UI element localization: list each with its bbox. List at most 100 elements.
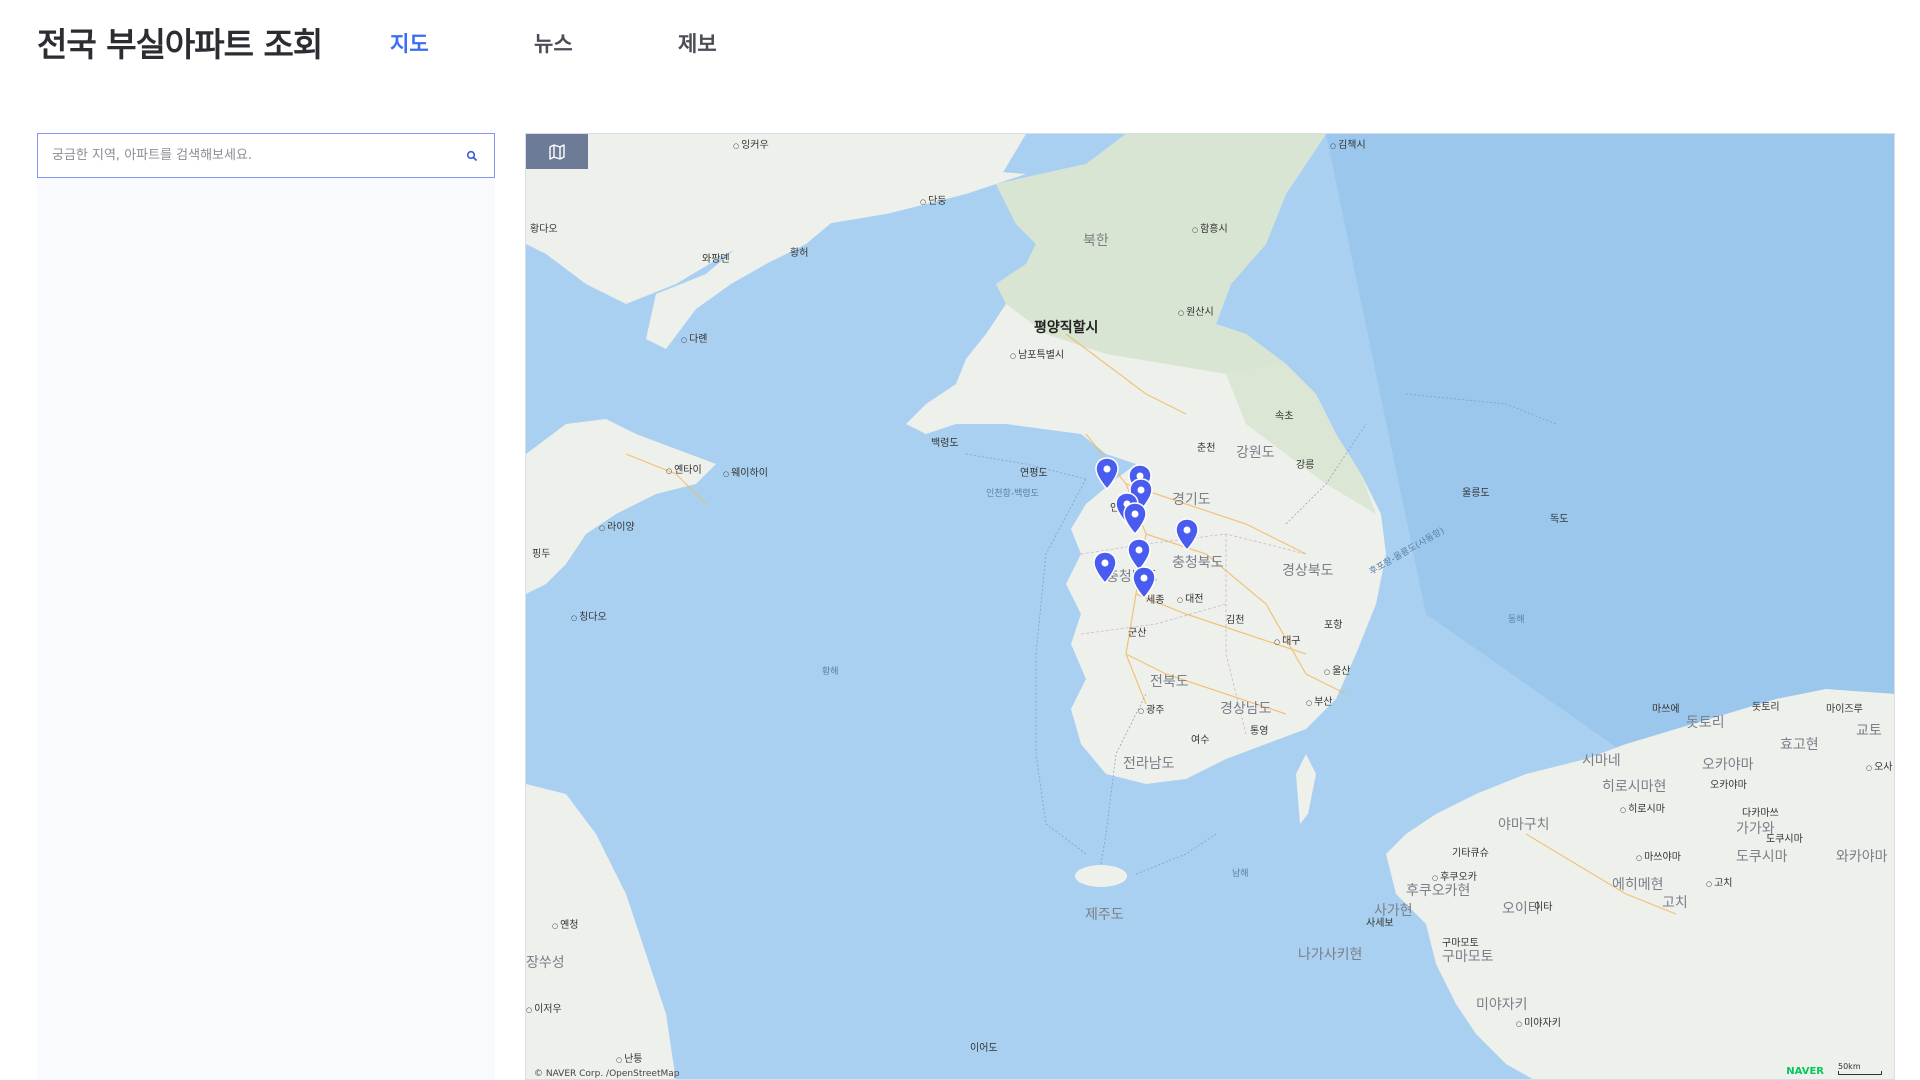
search-input[interactable] [52, 148, 464, 163]
map-label-gangwon: 강원도 [1236, 445, 1275, 461]
map-label-shimane: 시마네 [1582, 753, 1621, 769]
map-label-pingdu: 핑두 [532, 549, 551, 560]
map-label-gunsan: 군산 [1128, 628, 1147, 639]
nav-item-map[interactable]: 지도 [390, 28, 534, 58]
apartment-marker[interactable] [1122, 502, 1148, 536]
map-label-baengnyeong: 백령도 [931, 438, 959, 449]
map-label-yeonpyeong: 연평도 [1020, 468, 1048, 479]
map-view[interactable]: 잉커우 단둥 황다오 와팡뎬 황허 다롄 북한 평양직할시 남포특별시 함흥시 … [525, 133, 1895, 1080]
map-copyright: © NAVER Corp. /OpenStreetMap [534, 1069, 680, 1079]
map-label-dokdo: 독도 [1550, 514, 1569, 525]
map-label-gimcheon: 김천 [1226, 615, 1245, 626]
map-type-button[interactable] [526, 134, 588, 169]
map-label-gangneung: 강릉 [1296, 460, 1315, 471]
map-label-ehime: 에히메현 [1612, 877, 1664, 893]
map-label-ulsan: 울산 [1324, 662, 1350, 677]
map-label-hiroshima-pref: 히로시마현 [1602, 779, 1667, 795]
map-label-dalian: 다롄 [681, 330, 707, 345]
map-label-hwangdao: 황다오 [530, 224, 558, 235]
map-label-gwangju: 광주 [1138, 701, 1164, 716]
map-label-kumamoto-pref: 구마모토 [1442, 949, 1494, 965]
map-label-lianyungang: 이저우 [526, 1000, 562, 1015]
apartment-marker[interactable] [1094, 457, 1120, 491]
map-label-okayama-pref: 오카야마 [1702, 757, 1754, 773]
map-label-hamhung: 함흥시 [1192, 220, 1228, 235]
map-label-okayama: 오카야마 [1710, 780, 1747, 791]
map-label-ingkou: 잉커우 [733, 136, 769, 151]
map-label-sokcho: 속초 [1275, 411, 1294, 422]
sidebar-panel [37, 133, 495, 1080]
map-label-takamatsu: 다카마쓰 [1742, 808, 1779, 819]
map-label-kitakyushu: 기타큐슈 [1452, 848, 1489, 859]
map-label-kyoto: 교토 [1856, 723, 1882, 739]
map-label-gyeongnam: 경상남도 [1220, 701, 1272, 717]
map-label-wakayama: 와카야마 [1836, 849, 1888, 865]
map-label-dottori: 돗토리 [1752, 702, 1780, 713]
map-label-yantai: 옌타이 [666, 461, 702, 476]
map-label-dandong: 단둥 [920, 192, 946, 207]
map-label-jiangsu: 장쑤성 [526, 955, 565, 971]
map-label-busan: 부산 [1306, 693, 1332, 708]
map-label-masue: 마쓰에 [1652, 704, 1680, 715]
map-label-wonsan: 원산시 [1178, 303, 1214, 318]
map-label-kochi-city: 고치 [1706, 874, 1732, 889]
search-icon[interactable] [464, 148, 480, 164]
search-box [37, 133, 495, 178]
map-scale: 50km [1838, 1062, 1882, 1075]
map-label-bukhan: 북한 [1083, 233, 1109, 249]
map-label-chuncheon: 춘천 [1197, 443, 1216, 454]
header: 전국 부실아파트 조회 지도 뉴스 제보 [0, 0, 1920, 90]
map-label-ulleung: 울릉도 [1462, 488, 1490, 499]
main-nav: 지도 뉴스 제보 [390, 28, 822, 58]
nav-item-news[interactable]: 뉴스 [534, 28, 678, 58]
map-label-donghae: 동해 [1508, 615, 1525, 625]
map-label-nampo: 남포특별시 [1010, 346, 1064, 361]
map-label-osaka: 오사 [1866, 758, 1892, 773]
map-label-nagasaki: 나가사키현 [1298, 947, 1363, 963]
map-label-hiroshima: 히로시마 [1620, 800, 1665, 815]
map-label-jeju: 제주도 [1085, 907, 1124, 923]
map-label-fukuoka-pref: 후쿠오카현 [1406, 883, 1471, 899]
map-label-hwangho: 황허 [790, 248, 809, 259]
map-label-ieodo: 이어도 [970, 1043, 998, 1054]
map-label-gyeongbuk: 경상북도 [1282, 563, 1334, 579]
map-label-miyazaki: 미야자키 [1516, 1014, 1561, 1029]
map-label-kochi: 고치 [1662, 895, 1688, 911]
map-label-laiyang: 라이양 [599, 518, 635, 533]
map-label-chungbuk: 충청북도 [1172, 555, 1224, 571]
map-label-oita-city: 이타 [1534, 902, 1553, 913]
map-label-tokushima: 도쿠시마 [1766, 834, 1803, 845]
map-label-incheon-route: 인천항-백령도 [986, 489, 1039, 499]
nav-item-report[interactable]: 제보 [678, 28, 822, 58]
map-label-miyazaki-pref: 미야자키 [1476, 997, 1528, 1013]
map-label-daegu: 대구 [1274, 632, 1300, 647]
map-label-daejeon: 대전 [1177, 590, 1203, 605]
map-label-tongyeong: 통영 [1250, 726, 1269, 737]
site-logo[interactable]: 전국 부실아파트 조회 [37, 18, 323, 66]
apartment-marker[interactable] [1174, 518, 1200, 552]
map-label-tokushima-pref: 도쿠시마 [1736, 849, 1788, 865]
map-scale-bar [1838, 1071, 1882, 1075]
map-base [526, 134, 1894, 1079]
map-label-qingdao: 칭다오 [571, 608, 607, 623]
map-label-namhae: 남해 [1232, 869, 1249, 879]
map-scale-label: 50km [1838, 1062, 1861, 1071]
map-label-yamaguchi: 야마구치 [1498, 817, 1550, 833]
map-label-maizuru: 마이즈루 [1826, 704, 1863, 715]
map-label-matsuyama: 마쓰야마 [1636, 848, 1681, 863]
map-label-weihai: 웨이하이 [723, 464, 768, 479]
map-label-jeonbuk: 전북도 [1150, 674, 1189, 690]
map-label-yancheng: 옌청 [552, 916, 578, 931]
map-label-pyongyang: 평양직할시 [1034, 320, 1099, 336]
map-label-nantong: 난퉁 [616, 1050, 642, 1065]
map-label-hwanghae: 황해 [822, 667, 839, 677]
apartment-marker[interactable] [1092, 551, 1118, 585]
map-label-jeonnam: 전라남도 [1123, 756, 1175, 772]
map-label-sasebo: 사세보 [1366, 918, 1394, 929]
map-label-pohang: 포항 [1324, 620, 1343, 631]
map-label-kimchaek: 김책시 [1330, 136, 1366, 151]
apartment-marker[interactable] [1131, 566, 1157, 600]
map-label-dottori-pref: 돗토리 [1686, 715, 1725, 731]
map-label-gyeonggi: 경기도 [1172, 492, 1211, 508]
map-label-yeosu: 여수 [1191, 735, 1210, 746]
